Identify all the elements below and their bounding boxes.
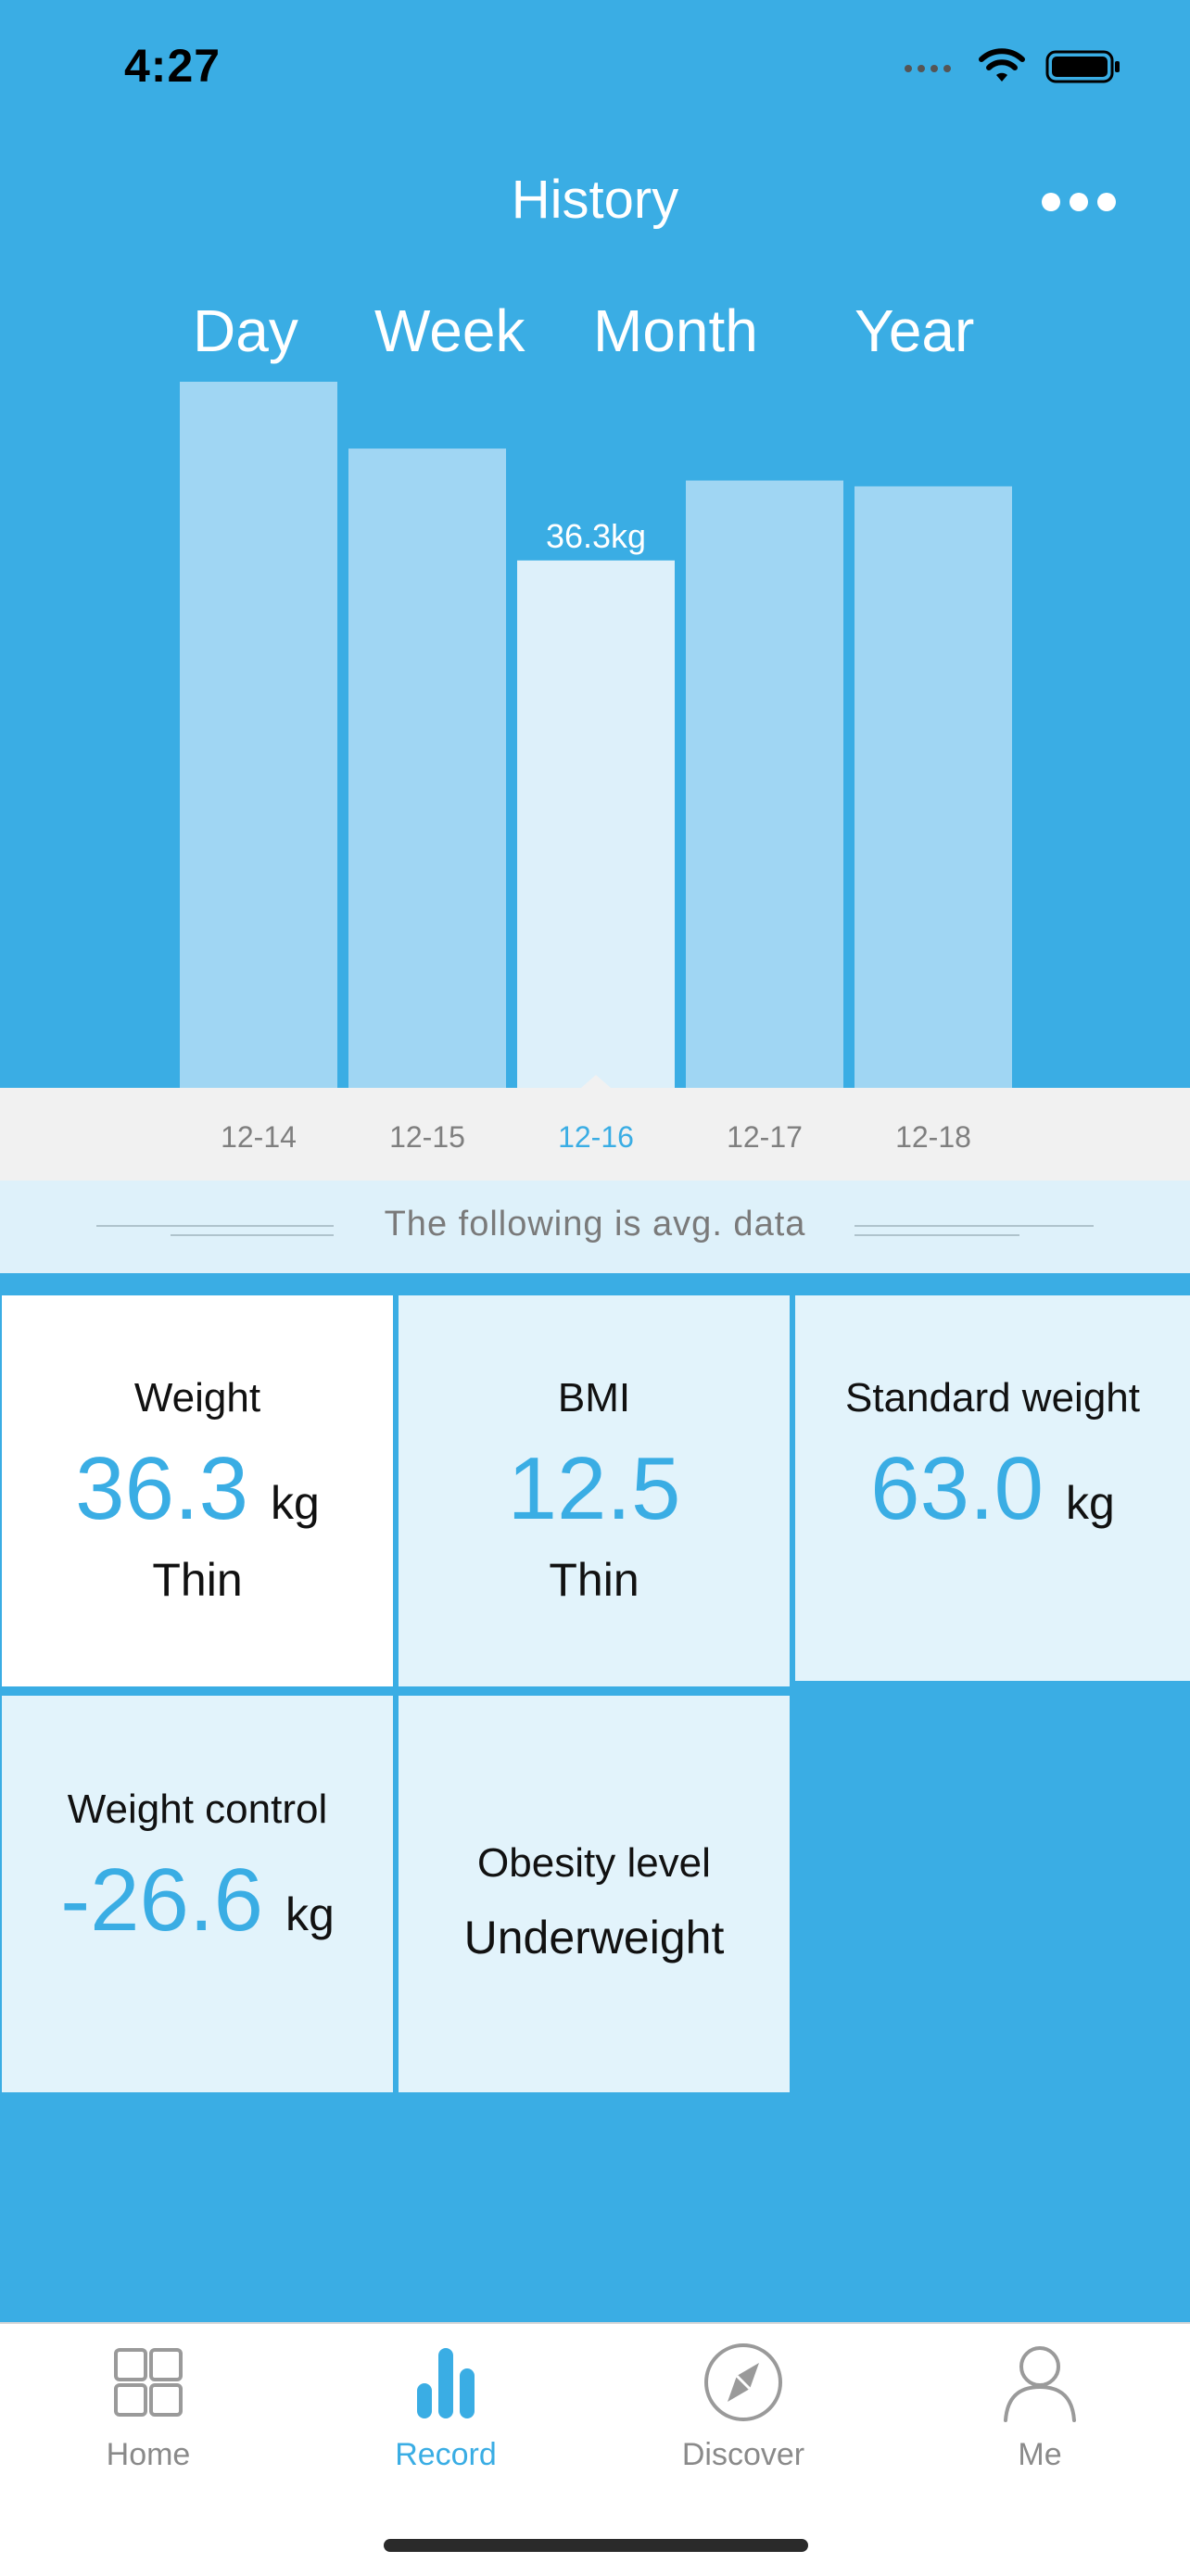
person-icon <box>1004 2346 1076 2422</box>
bar-chart-icon <box>417 2348 475 2418</box>
chart-bar[interactable] <box>855 486 1012 1088</box>
tab-day[interactable]: Day <box>193 297 298 365</box>
chart-x-axis: 12-14 12-15 12-16 12-17 12-18 <box>0 1088 1190 1181</box>
bmi-label: BMI <box>557 1375 631 1421</box>
chart-bar[interactable] <box>180 381 337 1088</box>
standard-weight-value: 63.0 <box>870 1439 1044 1538</box>
weight-control-value: -26.6 <box>60 1850 263 1950</box>
chart-bar[interactable] <box>348 448 506 1088</box>
obesity-level-label: Obesity level <box>477 1840 711 1886</box>
tab-year[interactable]: Year <box>855 297 974 365</box>
bmi-value-row: 12.5 <box>399 1438 790 1540</box>
more-options-icon[interactable] <box>1042 182 1116 222</box>
status-bar: 4:27 <box>0 0 1190 130</box>
weight-value-row: 36.3 kg <box>2 1438 393 1540</box>
weight-card[interactable]: Weight 36.3 kg Thin <box>2 1295 393 1690</box>
cellular-signal-icon <box>905 65 951 72</box>
page-title: History <box>511 170 679 230</box>
weight-label: Weight <box>133 1375 261 1421</box>
tab-me-label: Me <box>1018 2437 1062 2472</box>
x-axis-tick-label: 12-18 <box>895 1120 971 1154</box>
tab-record-label: Record <box>395 2437 497 2472</box>
tab-home[interactable]: Home <box>37 2341 260 2473</box>
status-time: 4:27 <box>124 40 222 92</box>
x-axis-tick-label: 12-17 <box>727 1120 803 1154</box>
bmi-value: 12.5 <box>507 1439 681 1538</box>
chart-svg: 36.3kg <box>180 381 1012 1088</box>
battery-icon <box>1045 50 1120 83</box>
chart-bar[interactable] <box>517 560 675 1088</box>
weight-control-value-row: -26.6 kg <box>2 1850 393 1951</box>
divider-line <box>855 1234 1019 1236</box>
tab-discover[interactable]: Discover <box>632 2341 855 2473</box>
home-indicator <box>384 2539 808 2552</box>
weight-control-label: Weight control <box>67 1787 328 1832</box>
weight-unit: kg <box>271 1477 320 1529</box>
weight-control-unit: kg <box>285 1888 335 1940</box>
x-axis-tick-label: 12-16 <box>558 1120 634 1154</box>
standard-weight-unit: kg <box>1066 1477 1115 1529</box>
status-icons <box>903 44 1121 89</box>
avg-data-banner: The following is avg. data <box>0 1181 1190 1277</box>
selected-bar-value-label: 36.3kg <box>546 517 646 555</box>
tab-home-label: Home <box>106 2437 191 2472</box>
x-axis-tick-label: 12-14 <box>221 1120 297 1154</box>
weight-status: Thin <box>152 1554 243 1606</box>
weight-control-card[interactable]: Weight control -26.6 kg <box>2 1696 393 2096</box>
x-axis-svg: 12-14 12-15 12-16 12-17 12-18 <box>221 1120 971 1154</box>
weight-history-chart: 36.3kg <box>0 361 1190 1088</box>
bottom-tab-bar: Home Record Discover Me <box>0 2322 1190 2576</box>
obesity-level-card[interactable]: Obesity level Underweight <box>399 1696 790 2096</box>
tab-week[interactable]: Week <box>374 297 525 365</box>
home-grid-icon <box>114 2348 183 2417</box>
bmi-card[interactable]: BMI 12.5 Thin <box>399 1295 790 1690</box>
divider-line <box>855 1225 1094 1227</box>
obesity-level-value: Underweight <box>463 1912 725 1964</box>
compass-icon <box>704 2343 782 2421</box>
bmi-status: Thin <box>549 1554 639 1606</box>
standard-weight-value-row: 63.0 kg <box>795 1438 1190 1540</box>
chart-bar[interactable] <box>686 480 843 1088</box>
standard-weight-label: Standard weight <box>845 1375 1140 1421</box>
tab-record[interactable]: Record <box>335 2341 557 2473</box>
tab-month[interactable]: Month <box>593 297 758 365</box>
standard-weight-card[interactable]: Standard weight 63.0 kg <box>795 1295 1190 1685</box>
wifi-icon <box>979 48 1025 82</box>
weight-value: 36.3 <box>75 1439 249 1538</box>
tab-me[interactable]: Me <box>929 2341 1151 2473</box>
tab-discover-label: Discover <box>681 2437 805 2472</box>
x-axis-tick-label: 12-15 <box>389 1120 465 1154</box>
